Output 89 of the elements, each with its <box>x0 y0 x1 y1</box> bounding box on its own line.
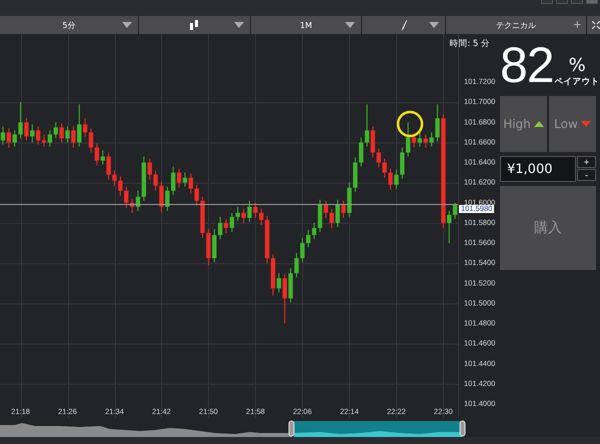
candle-wick <box>296 252 298 278</box>
candle-wick <box>378 148 380 168</box>
percent-sign: % <box>568 56 586 76</box>
candle-wick <box>20 102 22 139</box>
candle-wick <box>120 176 121 196</box>
candle-wick <box>408 122 409 158</box>
candle-wick <box>372 126 374 158</box>
candle-wick <box>55 122 56 139</box>
candle-wick <box>49 130 50 147</box>
caret-icon[interactable] <box>122 22 132 28</box>
caret-icon[interactable] <box>429 22 440 28</box>
candle-wick <box>384 158 386 178</box>
candle-wick <box>114 170 115 186</box>
candle-wick <box>14 130 16 147</box>
payout-value: 82 <box>500 40 554 90</box>
candle-wick <box>196 184 198 206</box>
candle-wick <box>396 169 397 190</box>
increase-button[interactable]: + <box>577 156 596 168</box>
candle-wick <box>26 118 27 141</box>
candle-wick <box>343 200 344 218</box>
candle-wick <box>402 146 403 180</box>
down-triangle-icon <box>580 121 591 127</box>
candle-wick <box>84 118 86 138</box>
candle-wick <box>149 158 150 180</box>
candlestick-icon[interactable] <box>190 20 198 30</box>
highlight-circle <box>396 110 424 138</box>
candle-wick <box>38 126 39 145</box>
pen-icon[interactable] <box>400 20 407 30</box>
candle-wick <box>32 124 33 143</box>
candle-wick <box>254 202 256 218</box>
candle-wick <box>72 126 74 148</box>
candle-wick <box>249 200 250 222</box>
candle-wick <box>96 142 98 166</box>
candle-wick <box>78 104 80 147</box>
candle-wick <box>260 208 262 226</box>
candle-wick <box>231 212 232 232</box>
caret-icon[interactable] <box>345 22 356 28</box>
candle-wick <box>302 238 303 263</box>
candle-wick <box>166 186 168 212</box>
candle-wick <box>237 206 238 222</box>
candle-wick <box>126 186 127 208</box>
candle-wick <box>160 181 162 214</box>
add-button[interactable]: + <box>572 18 582 31</box>
candle-wick <box>172 166 174 196</box>
candle-wick <box>390 168 391 190</box>
interval-dropdown[interactable]: 1M <box>300 20 312 30</box>
candle-wick <box>331 208 332 228</box>
caret-icon[interactable] <box>234 22 244 28</box>
candle-wick <box>314 222 315 240</box>
candle-wick <box>337 199 338 228</box>
candle-wick <box>2 126 4 145</box>
candle-wick <box>132 198 133 214</box>
candle-wick <box>220 216 221 240</box>
candle-wick <box>8 128 10 148</box>
candle-wick <box>102 150 104 166</box>
technical-dropdown[interactable]: テクニカル <box>496 20 536 30</box>
candle-wick <box>178 168 180 188</box>
candle-wick <box>436 104 438 142</box>
candle-wick <box>67 126 68 143</box>
candle-wick <box>61 122 62 143</box>
candle-wick <box>243 208 244 224</box>
candle-wick <box>155 170 156 192</box>
candle-wick <box>413 132 414 148</box>
candle-wick <box>360 136 362 168</box>
candle-wick <box>308 229 309 248</box>
decrease-button[interactable]: - <box>577 169 596 181</box>
candle-wick <box>448 210 450 244</box>
candle-wick <box>419 132 420 147</box>
candle-wick <box>425 134 426 148</box>
candle-wick <box>366 104 368 147</box>
candle-wick <box>214 228 215 263</box>
timeframe-label: 時間: 5 分 <box>449 38 490 50</box>
collapse-icon[interactable] <box>592 21 600 29</box>
candle-wick <box>284 274 286 324</box>
candle-wick <box>44 134 45 147</box>
candle-wick <box>184 172 186 188</box>
candle-wick <box>137 190 138 212</box>
candle-wick <box>90 128 92 153</box>
candle-wick <box>320 199 321 232</box>
candle-wick <box>226 218 227 234</box>
payout-label: ペイアウト <box>554 76 600 88</box>
candle-wick <box>454 202 456 220</box>
amount-field[interactable]: ¥1,000 <box>500 156 576 182</box>
candle-wick <box>431 132 432 147</box>
candle-wick <box>108 152 110 180</box>
candle-wick <box>325 200 326 218</box>
interval-dropdown[interactable]: 5分 <box>62 20 76 30</box>
candle-wick <box>278 272 280 293</box>
candle-wick <box>190 173 192 194</box>
